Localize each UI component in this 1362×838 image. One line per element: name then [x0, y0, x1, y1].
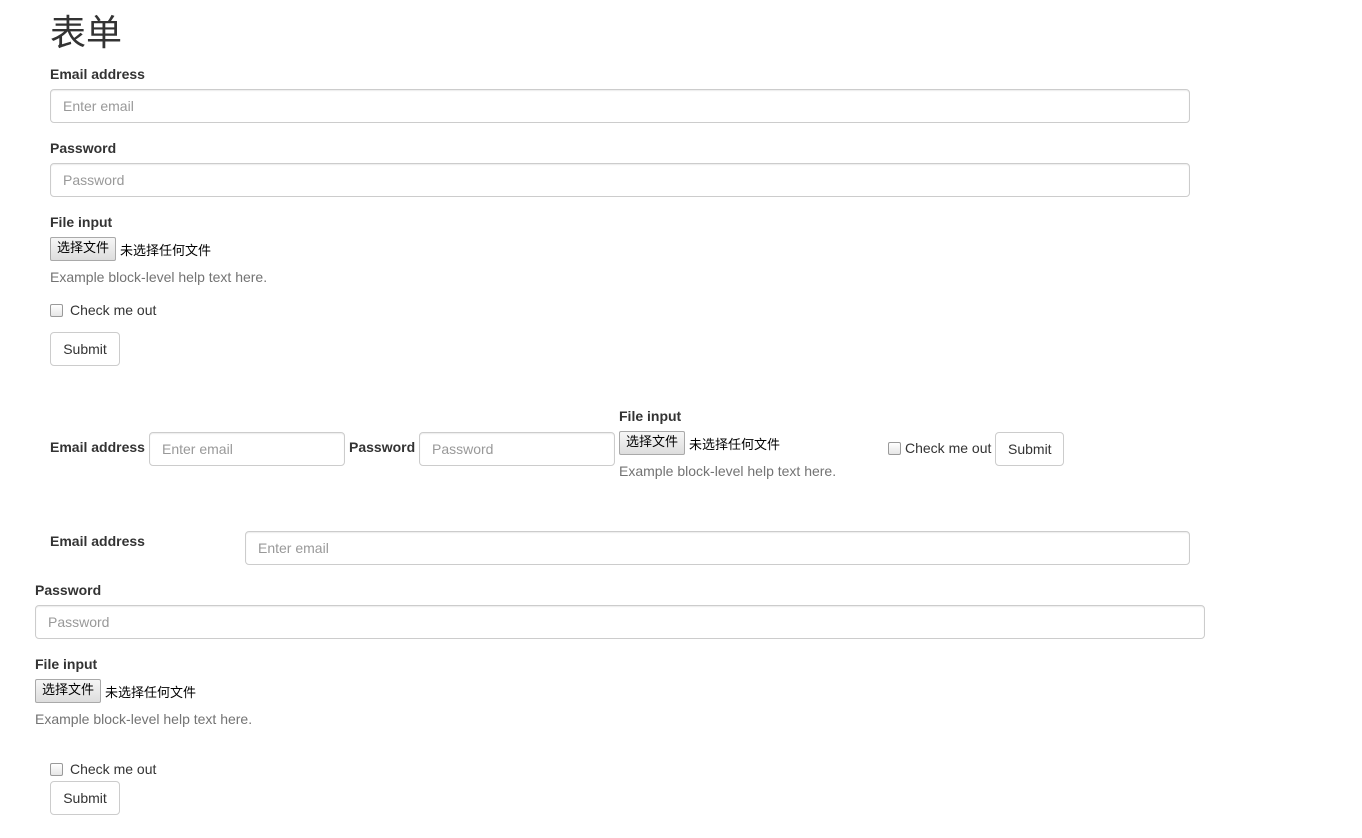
check-me-out-row: Check me out	[50, 302, 156, 318]
checkbox-label: Check me out	[905, 440, 992, 456]
password-label: Password	[349, 439, 416, 455]
choose-file-button[interactable]: 选择文件	[619, 431, 686, 455]
password-input[interactable]	[50, 163, 1190, 197]
file-label: File input	[50, 214, 113, 230]
help-text: Example block-level help text here.	[35, 711, 253, 727]
password-input[interactable]	[419, 432, 615, 466]
email-label: Email address	[50, 66, 145, 82]
submit-button[interactable]: Submit	[50, 781, 120, 815]
file-label: File input	[35, 656, 98, 672]
file-status-text: 未选择任何文件	[105, 685, 197, 701]
check-me-out-row: Check me out	[50, 761, 156, 777]
file-input: 选择文件 未选择任何文件	[50, 237, 211, 261]
check-me-out-checkbox[interactable]	[888, 441, 901, 455]
check-me-out-checkbox[interactable]	[50, 303, 63, 317]
password-label: Password	[35, 582, 102, 598]
choose-file-button[interactable]: 选择文件	[35, 679, 102, 703]
file-input: 选择文件 未选择任何文件	[619, 431, 780, 455]
email-input[interactable]	[149, 432, 345, 466]
password-input[interactable]	[35, 605, 1205, 639]
password-label: Password	[50, 140, 117, 156]
check-me-out-checkbox[interactable]	[50, 762, 63, 776]
file-label: File input	[619, 408, 682, 424]
check-me-out-row: Check me out	[888, 440, 991, 456]
file-input: 选择文件 未选择任何文件	[35, 679, 196, 703]
submit-button[interactable]: Submit	[50, 332, 120, 366]
checkbox-label: Check me out	[70, 761, 157, 777]
submit-button[interactable]: Submit	[995, 432, 1064, 466]
help-text: Example block-level help text here.	[619, 463, 837, 479]
email-input[interactable]	[245, 531, 1190, 565]
checkbox-label: Check me out	[70, 302, 157, 318]
email-label: Email address	[50, 439, 145, 455]
email-label: Email address	[50, 533, 145, 549]
file-status-text: 未选择任何文件	[120, 243, 212, 259]
page-title: 表单	[50, 13, 123, 54]
file-status-text: 未选择任何文件	[689, 437, 781, 453]
help-text: Example block-level help text here.	[50, 269, 268, 285]
email-input[interactable]	[50, 89, 1190, 123]
choose-file-button[interactable]: 选择文件	[50, 237, 117, 261]
